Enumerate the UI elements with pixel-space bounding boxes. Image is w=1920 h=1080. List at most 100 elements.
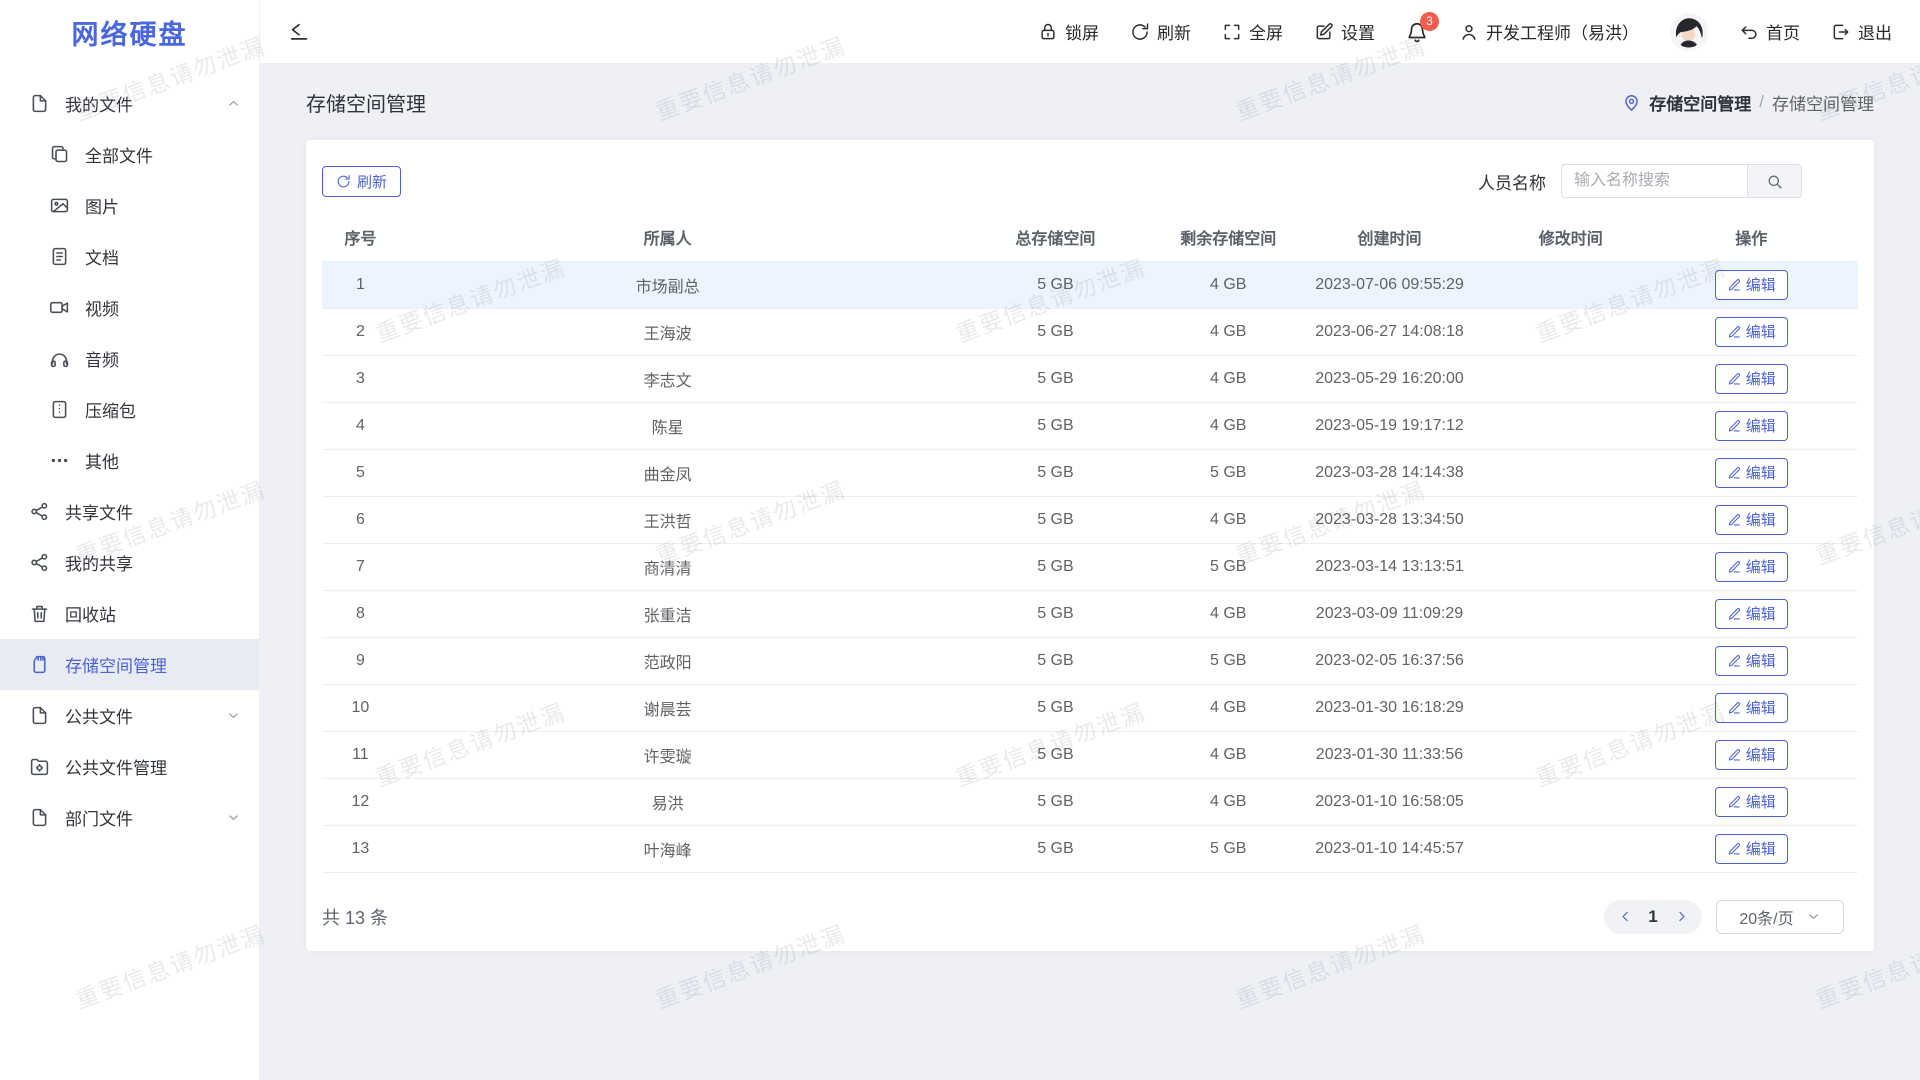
- avatar-image: [1670, 13, 1708, 51]
- cell-created: 2023-01-10 14:45:57: [1282, 825, 1497, 872]
- edit-button-label: 编辑: [1746, 603, 1776, 624]
- cell-modified: [1497, 543, 1644, 590]
- edit-button[interactable]: 编辑: [1715, 693, 1788, 723]
- sidebar-item-shared-files[interactable]: 共享文件: [0, 486, 259, 537]
- edit-button-label: 编辑: [1746, 650, 1776, 671]
- current-user[interactable]: 开发工程师（易洪）: [1459, 19, 1639, 44]
- edit-button[interactable]: 编辑: [1715, 364, 1788, 394]
- logout-label: 退出: [1858, 19, 1892, 44]
- cell-free: 4 GB: [1174, 261, 1282, 308]
- audio-icon: [48, 348, 70, 370]
- settings-button[interactable]: 设置: [1314, 19, 1375, 44]
- prev-page-button[interactable]: [1610, 900, 1640, 934]
- sidebar-item-public-files[interactable]: 公共文件: [0, 690, 259, 741]
- sidebar-item-audio[interactable]: 音频: [0, 333, 259, 384]
- lock-screen-button[interactable]: 锁屏: [1038, 19, 1099, 44]
- cell-no: 3: [322, 355, 399, 402]
- refresh-button[interactable]: 刷新: [1130, 19, 1191, 44]
- sidebar-item-label: 公共文件: [65, 703, 133, 728]
- cell-created: 2023-06-27 14:08:18: [1282, 308, 1497, 355]
- breadcrumb: 存储空间管理 / 存储空间管理: [1622, 90, 1874, 115]
- sidebar-item-documents[interactable]: 文档: [0, 231, 259, 282]
- cell-owner: 曲金凤: [399, 449, 937, 496]
- sidebar-item-label: 音频: [85, 346, 119, 371]
- cell-modified: [1497, 684, 1644, 731]
- sidebar-item-videos[interactable]: 视频: [0, 282, 259, 333]
- sidebar-item-recycle-bin[interactable]: 回收站: [0, 588, 259, 639]
- cell-no: 8: [322, 590, 399, 637]
- doc-icon: [48, 246, 70, 268]
- logout-link[interactable]: 退出: [1831, 19, 1892, 44]
- sidebar-item-storage-management[interactable]: 存储空间管理: [0, 639, 259, 690]
- sidebar-item-public-file-management[interactable]: 公共文件管理: [0, 741, 259, 792]
- page-size-select[interactable]: 20条/页: [1716, 900, 1844, 934]
- edit-button-label: 编辑: [1746, 838, 1776, 859]
- breadcrumb-item: 存储空间管理: [1772, 90, 1874, 115]
- edit-button[interactable]: 编辑: [1715, 317, 1788, 347]
- sidebar: 网络硬盘 我的文件全部文件图片文档视频音频压缩包其他共享文件我的共享回收站存储空…: [0, 0, 260, 1080]
- search-group: 人员名称: [1478, 164, 1802, 198]
- notification-button[interactable]: 3: [1406, 21, 1428, 43]
- sidebar-item-archives[interactable]: 压缩包: [0, 384, 259, 435]
- cell-total: 5 GB: [936, 731, 1174, 778]
- share-icon: [28, 552, 50, 574]
- sidebar-item-others[interactable]: 其他: [0, 435, 259, 486]
- refresh-button[interactable]: 刷新: [322, 166, 401, 197]
- edit-button[interactable]: 编辑: [1715, 458, 1788, 488]
- sidebar-item-all-files[interactable]: 全部文件: [0, 129, 259, 180]
- edit-button[interactable]: 编辑: [1715, 599, 1788, 629]
- edit-button[interactable]: 编辑: [1715, 740, 1788, 770]
- table-row: 6王洪哲5 GB4 GB2023-03-28 13:34:50编辑: [322, 496, 1858, 543]
- app-logo: 网络硬盘: [0, 0, 259, 64]
- edit-button-label: 编辑: [1746, 556, 1776, 577]
- cell-free: 5 GB: [1174, 449, 1282, 496]
- sidebar-item-my-files[interactable]: 我的文件: [0, 78, 259, 129]
- cell-created: 2023-03-28 13:34:50: [1282, 496, 1497, 543]
- edit-button[interactable]: 编辑: [1715, 411, 1788, 441]
- edit-button[interactable]: 编辑: [1715, 646, 1788, 676]
- edit-button[interactable]: 编辑: [1715, 552, 1788, 582]
- edit-button[interactable]: 编辑: [1715, 787, 1788, 817]
- files-icon: [48, 144, 70, 166]
- table-row: 7商清清5 GB5 GB2023-03-14 13:13:51编辑: [322, 543, 1858, 590]
- edit-button-label: 编辑: [1746, 744, 1776, 765]
- cell-actions: 编辑: [1644, 449, 1858, 496]
- breadcrumb-item[interactable]: 存储空间管理: [1649, 90, 1751, 115]
- sidebar-item-my-shares[interactable]: 我的共享: [0, 537, 259, 588]
- cell-free: 4 GB: [1174, 684, 1282, 731]
- edit-button[interactable]: 编辑: [1715, 270, 1788, 300]
- search-button[interactable]: [1747, 164, 1802, 198]
- chevron-left-icon: [1618, 909, 1633, 924]
- cell-no: 10: [322, 684, 399, 731]
- next-page-button[interactable]: [1666, 900, 1696, 934]
- sidebar-item-department-files[interactable]: 部门文件: [0, 792, 259, 843]
- cell-no: 5: [322, 449, 399, 496]
- edit-button[interactable]: 编辑: [1715, 834, 1788, 864]
- cell-free: 4 GB: [1174, 402, 1282, 449]
- page-number[interactable]: 1: [1640, 907, 1666, 927]
- cell-modified: [1497, 637, 1644, 684]
- cell-total: 5 GB: [936, 637, 1174, 684]
- avatar[interactable]: [1670, 13, 1708, 51]
- fullscreen-button[interactable]: 全屏: [1222, 19, 1283, 44]
- pencil-icon: [1727, 466, 1741, 480]
- page-title: 存储空间管理: [306, 88, 426, 117]
- sidebar-item-images[interactable]: 图片: [0, 180, 259, 231]
- menu-fold-icon[interactable]: [288, 21, 310, 43]
- table-row: 8张重洁5 GB4 GB2023-03-09 11:09:29编辑: [322, 590, 1858, 637]
- chevron-down-icon: [226, 708, 241, 723]
- cell-total: 5 GB: [936, 449, 1174, 496]
- table-header-row: 序号所属人总存储空间剩余存储空间创建时间修改时间操作: [322, 214, 1858, 261]
- sidebar-item-label: 其他: [85, 448, 119, 473]
- search-input[interactable]: [1561, 164, 1747, 198]
- refresh-icon: [1130, 22, 1150, 42]
- edit-square-icon: [1314, 22, 1334, 42]
- cell-modified: [1497, 731, 1644, 778]
- chevron-down-icon: [1806, 909, 1821, 924]
- home-link[interactable]: 首页: [1739, 19, 1800, 44]
- cell-no: 6: [322, 496, 399, 543]
- breadcrumb-separator: /: [1759, 92, 1764, 112]
- cell-modified: [1497, 496, 1644, 543]
- sidebar-item-label: 存储空间管理: [65, 652, 167, 677]
- edit-button[interactable]: 编辑: [1715, 505, 1788, 535]
